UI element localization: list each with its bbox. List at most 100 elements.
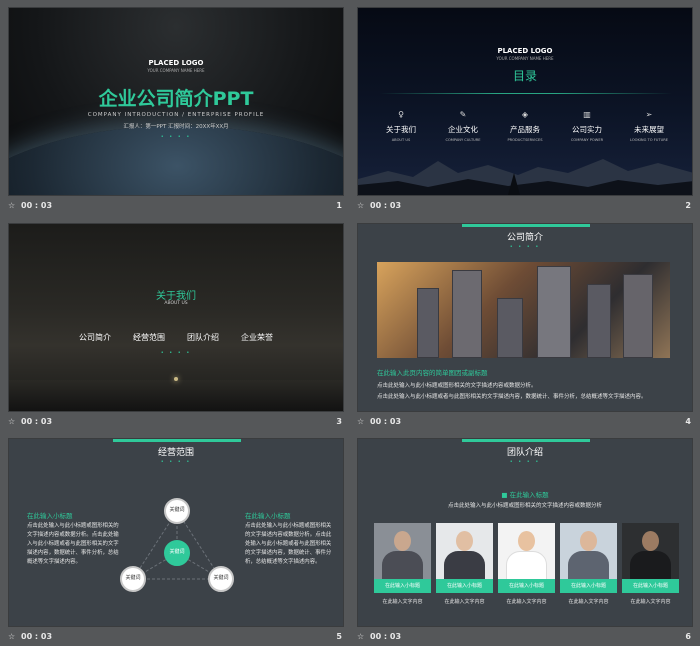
toc-item-culture: ✎ 企业文化 COMPANY CULTURE <box>435 110 491 142</box>
slide-meta: ☆ 00 : 03 2 <box>357 199 693 215</box>
toc-label: 未来展望 <box>634 125 664 134</box>
decor-dots: • • • • <box>509 244 541 250</box>
slide-subtitle-en: COMPANY INTRODUCTION / ENTERPRISE PROFIL… <box>87 112 265 118</box>
team-member-card: 在此输入小标题 在此输入文字内容 <box>498 523 555 605</box>
toc-label: 企业文化 <box>448 125 478 134</box>
transition-star-icon[interactable]: ☆ <box>357 632 364 641</box>
logo-text: PLACED LOGO <box>148 59 204 67</box>
transition-star-icon[interactable]: ☆ <box>357 201 364 210</box>
bar-chart-icon: ▥ <box>583 110 591 119</box>
member-title-button[interactable]: 在此输入小标题 <box>498 579 555 593</box>
toc-label-en: PRODUCTSERVICES <box>507 138 543 142</box>
team-member-card: 在此输入小标题 在此输入文字内容 <box>436 523 493 605</box>
toc-list: ♀ 关于我们 ABOUT US ✎ 企业文化 COMPANY CULTURE ◈… <box>370 110 680 142</box>
team-member-card: 在此输入小标题 在此输入文字内容 <box>560 523 617 605</box>
toc-label: 产品服务 <box>510 125 540 134</box>
toc-label-en: ABOUT US <box>391 138 411 142</box>
toc-label-en: COMPANY POWER <box>570 138 604 142</box>
keyword-node-center: 关键词 <box>164 540 190 566</box>
team-member-card: 在此输入小标题 在此输入文字内容 <box>622 523 679 605</box>
slide-number: 2 <box>685 201 691 210</box>
slide-title: 关于我们 <box>156 291 196 302</box>
transition-star-icon[interactable]: ☆ <box>357 417 364 426</box>
decor-dots: • • • • <box>160 134 192 140</box>
member-caption: 在此输入文字内容 <box>444 599 485 605</box>
member-photo <box>560 523 617 579</box>
toc-item-products: ◈ 产品服务 PRODUCTSERVICES <box>497 110 553 142</box>
slide-number: 4 <box>685 417 691 426</box>
toc-item-about: ♀ 关于我们 ABOUT US <box>373 110 429 142</box>
link-honors[interactable]: 企业荣誉 <box>241 332 273 343</box>
logo-subtext: YOUR COMPANY NAME HERE <box>147 68 205 73</box>
slide-title: 公司简介 <box>506 233 543 243</box>
logo-text: PLACED LOGO <box>497 47 553 55</box>
slide-6-canvas[interactable]: 团队介绍 • • • • ■ 在此输入标题 点击此处输入与此小标题或图形相关的文… <box>357 438 693 627</box>
transition-star-icon[interactable]: ☆ <box>8 417 15 426</box>
divider <box>380 93 672 94</box>
member-caption: 在此输入文字内容 <box>506 599 547 605</box>
highlight-subtitle: 在此输入此页内容的简单图因或副标题 <box>377 369 488 377</box>
member-caption: 在此输入文字内容 <box>630 599 671 605</box>
pen-icon: ✎ <box>459 110 467 119</box>
link-business-scope[interactable]: 经营范围 <box>133 332 165 343</box>
slide-timing: 00 : 03 <box>370 632 402 641</box>
slide-title-en: ABOUT US <box>164 301 188 306</box>
slide-timing: 00 : 03 <box>370 417 402 426</box>
member-caption: 在此输入文字内容 <box>382 599 423 605</box>
section-links: 公司简介 经营范围 团队介绍 企业荣誉 <box>9 332 343 343</box>
city-aerial-image <box>377 262 670 358</box>
send-icon: ➢ <box>645 110 653 119</box>
slide-3-canvas[interactable]: 关于我们 ABOUT US 公司简介 经营范围 团队介绍 企业荣誉 • • • … <box>8 223 344 412</box>
link-company-profile[interactable]: 公司简介 <box>79 332 111 343</box>
slide-2-canvas[interactable]: PLACED LOGO YOUR COMPANY NAME HERE 目录 ♀ … <box>357 7 693 196</box>
body-text-1: 点击此处输入与此小标题或图形相关的文字描述内容或数据分析。 <box>377 383 537 389</box>
member-title-button[interactable]: 在此输入小标题 <box>622 579 679 593</box>
slide-timing: 00 : 03 <box>21 632 53 641</box>
team-members: 在此输入小标题 在此输入文字内容 在此输入小标题 在此输入文字内容 在此输入小标… <box>374 523 679 605</box>
reporter-info: 汇报人：第一PPT 汇报时间：20XX年XX月 <box>123 124 229 130</box>
team-description: 点击此处输入与此小标题或图形相关的文字描述内容或数据分析 <box>447 503 602 509</box>
slide-5-canvas[interactable]: 经营范围 • • • • 在此输入小标题 点击此处输入与此小标题或图形相关的文字… <box>8 438 344 627</box>
member-photo <box>374 523 431 579</box>
slide-number: 1 <box>336 201 342 210</box>
keyword-node-right: 关键词 <box>208 566 234 592</box>
member-title-button[interactable]: 在此输入小标题 <box>374 579 431 593</box>
team-header: ■ 在此输入标题 <box>501 491 549 499</box>
location-icon: ◈ <box>521 110 529 119</box>
slide-title: 企业公司简介PPT <box>98 88 254 110</box>
toc-label-en: LOOKING TO FUTURE <box>629 138 669 142</box>
toc-item-future: ➢ 未来展望 LOOKING TO FUTURE <box>621 110 677 142</box>
member-photo <box>498 523 555 579</box>
decor-dots: • • • • <box>160 350 192 356</box>
mountain-silhouette <box>358 159 692 195</box>
sun-glow <box>174 377 178 381</box>
slide-meta: ☆ 00 : 03 3 <box>8 415 344 431</box>
slide-timing: 00 : 03 <box>21 417 53 426</box>
keyword-node-left: 关键词 <box>120 566 146 592</box>
slide-meta: ☆ 00 : 03 1 <box>8 199 344 215</box>
transition-star-icon[interactable]: ☆ <box>8 201 15 210</box>
slide-timing: 00 : 03 <box>21 201 53 210</box>
toc-label: 关于我们 <box>386 125 416 134</box>
accent-bar <box>462 224 590 227</box>
member-title-button[interactable]: 在此输入小标题 <box>560 579 617 593</box>
accent-bar <box>462 439 590 442</box>
sea-image <box>9 380 343 411</box>
transition-star-icon[interactable]: ☆ <box>8 632 15 641</box>
toc-label: 公司实力 <box>572 125 602 134</box>
slide-meta: ☆ 00 : 03 6 <box>357 630 693 646</box>
member-title-button[interactable]: 在此输入小标题 <box>436 579 493 593</box>
slide-1-canvas[interactable]: PLACED LOGO YOUR COMPANY NAME HERE 企业公司简… <box>8 7 344 196</box>
toc-item-power: ▥ 公司实力 COMPANY POWER <box>559 110 615 142</box>
body-text-2: 点击此处输入与此小标题或者与此图形相关的文字描述内容，数据统计、事件分析，总结概… <box>377 394 647 400</box>
keyword-node-top: 关键词 <box>164 498 190 524</box>
slide-number: 6 <box>685 632 691 641</box>
member-photo <box>436 523 493 579</box>
slide-title: 团队介绍 <box>506 448 543 458</box>
slide-title: 目录 <box>512 69 537 83</box>
link-team[interactable]: 团队介绍 <box>187 332 219 343</box>
member-caption: 在此输入文字内容 <box>568 599 609 605</box>
slide-meta: ☆ 00 : 03 5 <box>8 630 344 646</box>
team-member-card: 在此输入小标题 在此输入文字内容 <box>374 523 431 605</box>
slide-4-canvas[interactable]: 公司简介 • • • • 在此输入此页内容的简单图因或副标题 点击此处输入与此小… <box>357 223 693 412</box>
